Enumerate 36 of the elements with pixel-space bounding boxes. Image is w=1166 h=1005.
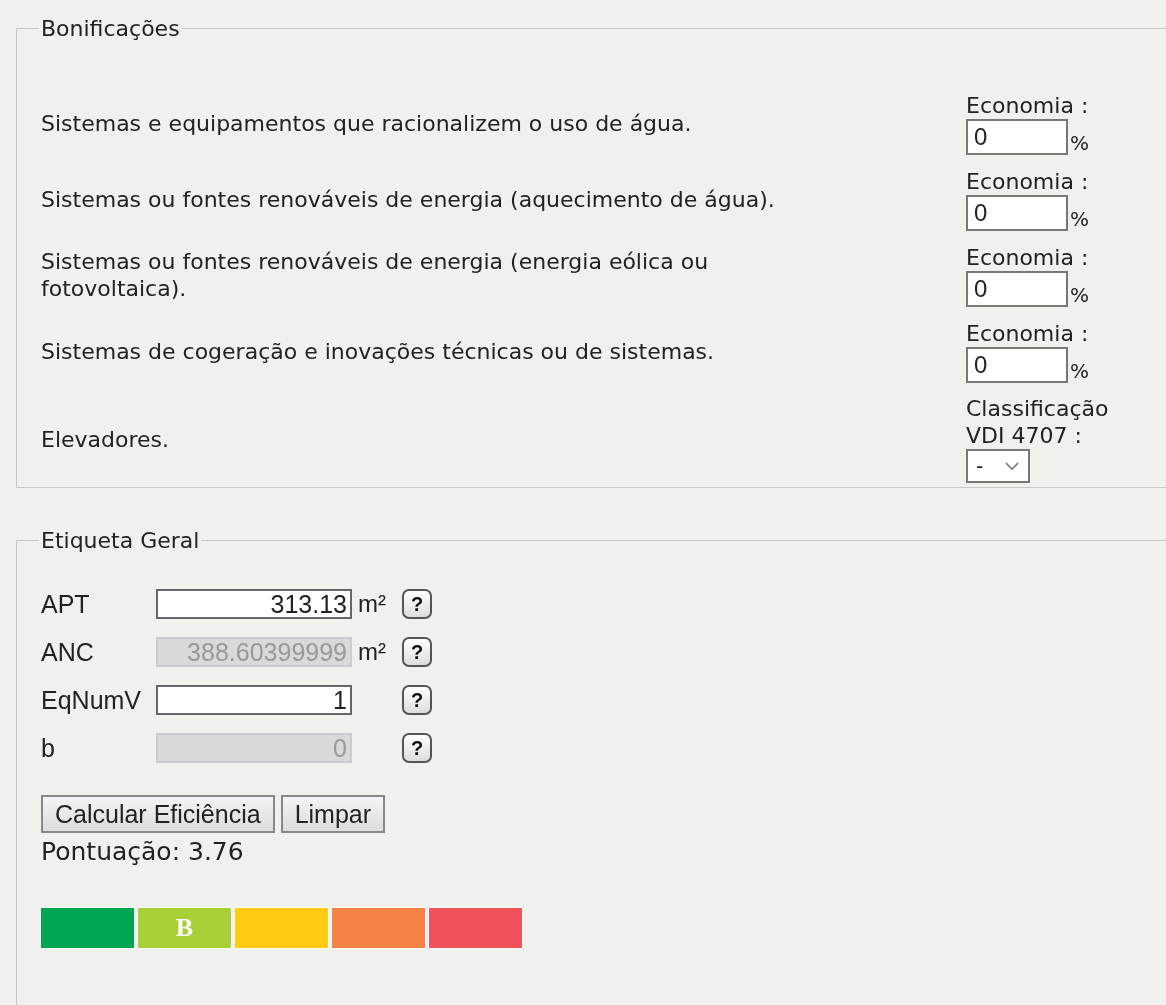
savings-input[interactable]: 0 [966,346,1068,383]
unit-label: % [1070,130,1089,155]
bonus-description: Sistemas ou fontes renováveis de energia (energia eólica ou fotovoltaica). [41,248,710,302]
clear-button[interactable]: Limpar [280,795,386,833]
field-label: Economia : [966,243,1090,271]
field-label: Classificação VDI 4707 : [966,395,1110,449]
savings-input[interactable]: 0 [966,270,1068,307]
classification-select[interactable]: - [966,449,1030,483]
number-input[interactable]: 313.13 [156,589,352,619]
field-label: ANC [41,637,95,667]
savings-input[interactable]: 0 [966,194,1068,231]
field-label: APT [41,589,91,619]
field-label: Economia : [966,91,1090,119]
field-label: Economia : [966,167,1090,195]
bonus-description: Sistemas de cogeração e inovações técnicas ou de sistemas. [41,337,716,365]
help-button[interactable]: ? [402,685,432,715]
bonus-description: Sistemas ou fontes renováveis de energia (aquecimento de água). [41,185,776,213]
chevron-icon [1004,461,1020,471]
unit-label: % [1070,282,1089,307]
unit-label: m² [358,590,386,617]
unit-label: % [1070,358,1089,383]
number-input[interactable]: 1 [156,685,352,715]
calculate-button[interactable]: Calcular Eficiência [41,795,275,833]
field-label: Economia : [966,319,1090,347]
field-label: EqNumV [41,685,143,715]
unit-label: m² [358,638,386,665]
savings-input[interactable]: 0 [966,118,1068,155]
score-text: Pontuação: 3.76 [41,837,245,866]
unit-label: % [1070,206,1089,231]
panel-legend: Etiqueta Geral [39,528,202,553]
bonus-description: Sistemas e equipamentos que racionalizem o uso de água. [41,109,693,137]
bonus-description: Elevadores. [41,425,171,453]
rating-segment: B [138,908,231,948]
field-label: b [41,733,56,763]
panel-legend: Bonificações [39,16,182,41]
help-button[interactable]: ? [402,589,432,619]
